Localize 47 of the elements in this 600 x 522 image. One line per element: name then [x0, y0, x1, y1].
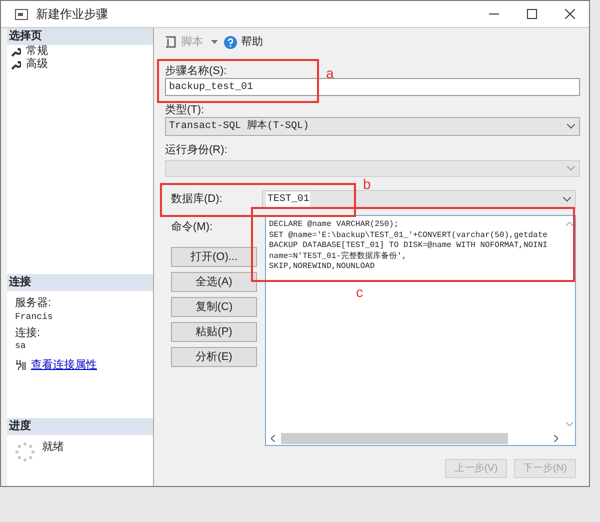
window-title: 新建作业步骤: [36, 6, 108, 23]
maximize-icon[interactable]: [527, 9, 537, 19]
command-button[interactable]: 复制(C): [171, 297, 257, 317]
server-name: Francis: [15, 312, 54, 322]
help-icon: [224, 36, 237, 48]
command-button[interactable]: 分析(E): [171, 347, 257, 367]
chevron-icon: [567, 166, 575, 171]
code-line: BACKUP DATABASE[TEST_01] TO DISK=@name WITH NOFORMAT,NOINI: [269, 241, 548, 251]
window-icon: [15, 8, 28, 20]
command-button[interactable]: 全选(A): [171, 272, 257, 292]
code-line: SKIP,NOREWIND,NOUNLOAD: [269, 262, 376, 272]
section-header: 进度: [7, 418, 153, 434]
plug-icon: [15, 360, 26, 370]
login-name: sa: [15, 341, 27, 351]
close-icon[interactable]: [565, 9, 575, 19]
command-button[interactable]: 粘贴(P): [171, 322, 257, 342]
wrench-icon: [11, 46, 21, 56]
scroll-up-icon[interactable]: [566, 222, 572, 226]
annotation-label: c: [356, 283, 363, 302]
caret-icon[interactable]: [211, 40, 218, 44]
scroll-right-icon[interactable]: [554, 435, 558, 442]
script-icon: [165, 36, 177, 48]
chevron-icon: [563, 197, 571, 202]
type-dropdown[interactable]: Transact-SQL 脚本(T-SQL): [165, 117, 580, 136]
scroll-down-icon[interactable]: [566, 422, 572, 426]
field-label: 数据库(D):: [171, 192, 222, 208]
chevron-icon: [567, 124, 575, 129]
code-line: SET @name='E:\backup\TEST_01_'+CONVERT(varchar(50),getdate: [269, 230, 548, 241]
code-line: DECLARE @name VARCHAR(250);: [269, 220, 400, 230]
page-item[interactable]: 高级: [26, 56, 48, 73]
field-label: 步骤名称(S):: [165, 65, 227, 78]
command-button[interactable]: 打开(O)...: [171, 247, 257, 267]
progress-status: 就绪: [42, 440, 64, 454]
wrench-icon: [11, 60, 21, 70]
section-header: 连接: [7, 274, 153, 291]
help-button[interactable]: 帮助: [241, 34, 263, 50]
code-line: name=N'TEST_01-完整数据库备份',: [269, 252, 408, 262]
scroll-left-icon[interactable]: [271, 435, 275, 442]
login-label: 连接:: [15, 326, 42, 340]
field-label: 运行身份(R):: [165, 144, 228, 157]
server-label: 服务器:: [15, 296, 52, 311]
connection-properties-link[interactable]: 查看连接属性: [31, 357, 97, 374]
field-label: 类型(T):: [165, 104, 206, 117]
field-label: 命令(M):: [171, 221, 214, 234]
step-name-field[interactable]: backup_test_01: [165, 78, 580, 96]
section-header: 选择页: [7, 28, 153, 45]
spinner-icon: [15, 442, 35, 462]
